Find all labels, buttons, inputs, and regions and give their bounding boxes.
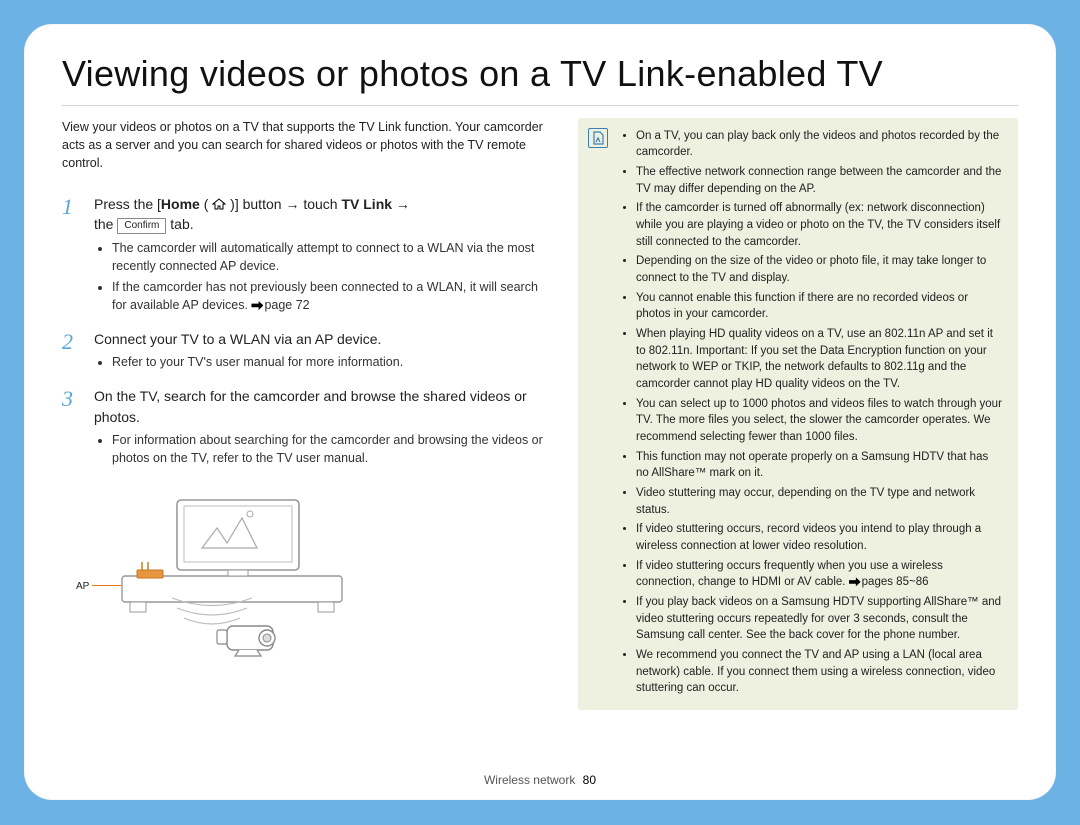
illustration: AP	[82, 488, 402, 658]
page-title: Viewing videos or photos on a TV Link-en…	[62, 50, 1018, 106]
list-item: If the camcorder is turned off abnormall…	[636, 200, 1004, 250]
text: Press the [	[94, 196, 161, 212]
home-label: Home	[161, 196, 200, 212]
steps-list: 1 Press the [Home ( )] button → touch TV…	[62, 194, 552, 470]
list-item: This function may not operate properly o…	[636, 449, 1004, 482]
step-1: 1 Press the [Home ( )] button → touch TV…	[62, 194, 552, 317]
step-number: 1	[62, 194, 80, 317]
text: If the camcorder has not previously been…	[112, 280, 538, 312]
step-number: 3	[62, 386, 80, 470]
list-item: You can select up to 1000 photos and vid…	[636, 396, 1004, 446]
tv-camcorder-illustration	[82, 488, 402, 658]
manual-page: Viewing videos or photos on a TV Link-en…	[24, 24, 1056, 800]
two-column-layout: View your videos or photos on a TV that …	[62, 118, 1018, 711]
list-item: The effective network connection range b…	[636, 164, 1004, 197]
note-box: On a TV, you can play back only the vide…	[578, 118, 1018, 711]
list-item: On a TV, you can play back only the vide…	[636, 128, 1004, 161]
text: (	[200, 196, 212, 212]
left-column: View your videos or photos on a TV that …	[62, 118, 552, 711]
arrow-icon: →	[285, 196, 299, 212]
confirm-button-graphic: Confirm	[117, 218, 166, 234]
page-ref-text: page 72	[264, 298, 309, 312]
step-2: 2 Connect your TV to a WLAN via an AP de…	[62, 329, 552, 374]
list-item: For information about searching for the …	[112, 431, 552, 467]
pageref-arrow-icon	[251, 301, 263, 310]
list-item: If video stuttering occurs, record video…	[636, 521, 1004, 554]
list-item: If you play back videos on a Samsung HDT…	[636, 594, 1004, 644]
list-item: Refer to your TV's user manual for more …	[112, 353, 552, 371]
page-number: 80	[583, 773, 596, 787]
notes-list: On a TV, you can play back only the vide…	[620, 128, 1004, 698]
footer-section: Wireless network	[484, 773, 575, 787]
page-ref-text: pages 85~86	[862, 576, 929, 588]
page-ref: pages 85~86	[849, 574, 929, 591]
right-column: On a TV, you can play back only the vide…	[578, 118, 1018, 711]
text: tab.	[166, 216, 193, 232]
intro-paragraph: View your videos or photos on a TV that …	[62, 118, 552, 172]
step-body: Press the [Home ( )] button → touch TV L…	[94, 194, 552, 317]
text: )] button	[226, 196, 285, 212]
step-text: On the TV, search for the camcorder and …	[94, 386, 552, 427]
step-3: 3 On the TV, search for the camcorder an…	[62, 386, 552, 470]
step-number: 2	[62, 329, 80, 374]
list-item: If video stuttering occurs frequently wh…	[636, 558, 1004, 591]
list-item: Depending on the size of the video or ph…	[636, 253, 1004, 286]
step-text: Connect your TV to a WLAN via an AP devi…	[94, 329, 552, 349]
page-ref: page 72	[251, 296, 309, 314]
sub-bullets: For information about searching for the …	[94, 431, 552, 467]
list-item: You cannot enable this function if there…	[636, 290, 1004, 323]
step-text: Press the [Home ( )] button → touch TV L…	[94, 194, 552, 235]
list-item: The camcorder will automatically attempt…	[112, 239, 552, 275]
list-item: When playing HD quality videos on a TV, …	[636, 326, 1004, 393]
step-body: Connect your TV to a WLAN via an AP devi…	[94, 329, 552, 374]
list-item: Video stuttering may occur, depending on…	[636, 485, 1004, 518]
step-body: On the TV, search for the camcorder and …	[94, 386, 552, 470]
page-footer: Wireless network 80	[24, 772, 1056, 788]
list-item: If the camcorder has not previously been…	[112, 278, 552, 314]
home-icon	[212, 195, 226, 207]
arrow-icon: →	[392, 196, 410, 212]
pageref-arrow-icon	[849, 577, 861, 586]
text: touch	[299, 196, 341, 212]
list-item: We recommend you connect the TV and AP u…	[636, 647, 1004, 697]
note-icon	[588, 128, 608, 148]
sub-bullets: Refer to your TV's user manual for more …	[94, 353, 552, 371]
tvlink-label: TV Link	[341, 196, 392, 212]
text: the	[94, 216, 117, 232]
sub-bullets: The camcorder will automatically attempt…	[94, 239, 552, 315]
